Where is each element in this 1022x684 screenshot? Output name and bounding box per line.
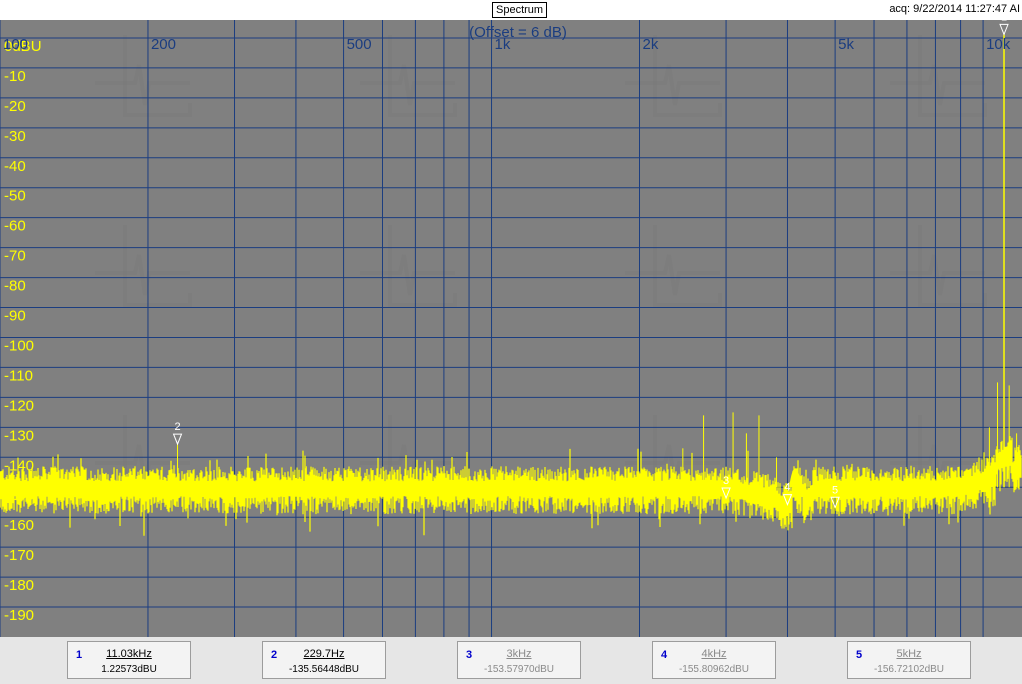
marker-amplitude: 1.22573dBU — [101, 664, 157, 675]
y-tick-label: -110 — [4, 367, 33, 384]
marker-frequency[interactable]: 4kHz — [653, 648, 775, 660]
marker-readout-3[interactable]: 3 3kHz -153.57970dBU — [457, 641, 581, 679]
x-tick-label: 10k — [986, 36, 1011, 53]
y-tick-label: -70 — [4, 248, 26, 265]
acquisition-timestamp: acq: 9/22/2014 11:27:47 AI — [889, 3, 1020, 15]
offset-annotation: (Offset = 6 dB) — [469, 24, 567, 41]
y-tick-label: -130 — [4, 427, 34, 444]
marker-frequency[interactable]: 229.7Hz — [263, 648, 385, 660]
y-tick-label: -190 — [4, 607, 34, 624]
y-tick-label: -30 — [4, 128, 26, 145]
marker-frequency[interactable]: 11.03kHz — [68, 648, 190, 660]
window-title: Spectrum — [492, 2, 548, 18]
x-tick-label: 2k — [643, 36, 659, 53]
y-tick-label: -10 — [4, 68, 26, 85]
plot-background — [0, 20, 1022, 637]
y-tick-label: -160 — [4, 517, 34, 534]
window-titlebar: Spectrum acq: 9/22/2014 11:27:47 AI — [0, 0, 1022, 20]
marker-label: 2 — [174, 421, 180, 433]
marker-label: 5 — [832, 484, 838, 496]
marker-readout-5[interactable]: 5 5kHz -156.72102dBU — [847, 641, 971, 679]
y-tick-label: -150 — [4, 487, 34, 504]
y-tick-label: -80 — [4, 278, 26, 295]
x-tick-label: 100 — [3, 36, 28, 53]
marker-label: 1 — [1001, 20, 1007, 23]
marker-readout-panel: 1 11.03kHz 1.22573dBU 2 229.7Hz -135.564… — [0, 637, 1022, 684]
marker-amplitude: -135.56448dBU — [288, 664, 360, 675]
marker-amplitude: -156.72102dBU — [873, 664, 945, 675]
marker-readout-4[interactable]: 4 4kHz -155.80962dBU — [652, 641, 776, 679]
y-tick-label: -60 — [4, 218, 26, 235]
spectrum-plot[interactable]: 12345 0dBU-10-20-30-40-50-60-70-80-90-10… — [0, 20, 1022, 637]
marker-frequency[interactable]: 3kHz — [458, 648, 580, 660]
marker-readout-1[interactable]: 1 11.03kHz 1.22573dBU — [67, 641, 191, 679]
y-tick-label: -50 — [4, 188, 26, 205]
y-tick-label: -100 — [4, 337, 34, 354]
marker-label: 4 — [784, 482, 790, 494]
marker-amplitude: -155.80962dBU — [678, 664, 750, 675]
y-tick-label: -20 — [4, 98, 26, 115]
x-tick-label: 200 — [151, 36, 176, 53]
y-tick-label: -140 — [4, 457, 34, 474]
y-tick-label: -180 — [4, 577, 34, 594]
marker-frequency[interactable]: 5kHz — [848, 648, 970, 660]
y-tick-label: -120 — [4, 397, 34, 414]
marker-readout-2[interactable]: 2 229.7Hz -135.56448dBU — [262, 641, 386, 679]
x-tick-label: 500 — [347, 36, 372, 53]
y-tick-label: -90 — [4, 308, 26, 325]
marker-amplitude: -153.57970dBU — [483, 664, 555, 675]
y-tick-label: -170 — [4, 547, 34, 564]
y-tick-label: -40 — [4, 158, 26, 175]
x-tick-label: 5k — [838, 36, 854, 53]
marker-label: 3 — [723, 475, 729, 487]
spectrum-chart[interactable]: 12345 0dBU-10-20-30-40-50-60-70-80-90-10… — [0, 20, 1022, 637]
